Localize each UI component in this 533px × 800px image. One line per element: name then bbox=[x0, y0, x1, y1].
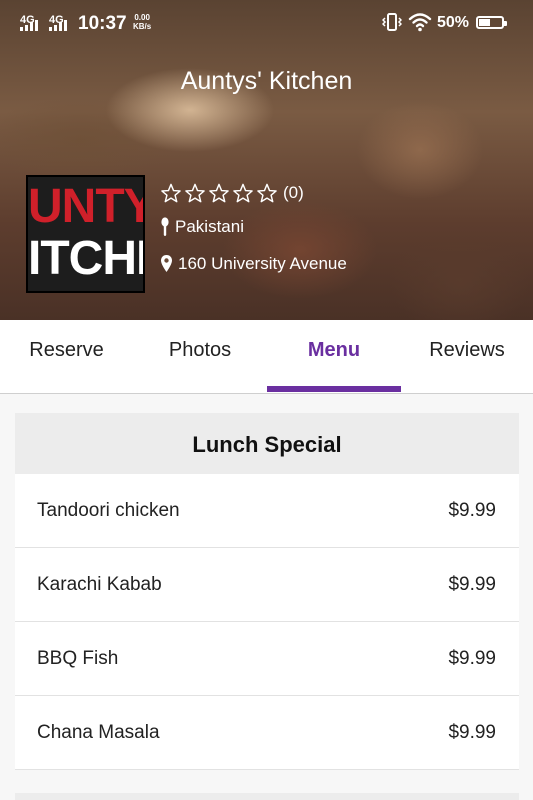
signal-bars-2-icon bbox=[49, 20, 73, 31]
address-row[interactable]: 160 University Avenue bbox=[160, 254, 347, 274]
star-outline-icon bbox=[233, 183, 253, 203]
tab-reviews[interactable]: Reviews bbox=[401, 320, 533, 393]
tab-reserve[interactable]: Reserve bbox=[0, 320, 133, 393]
address: 160 University Avenue bbox=[178, 254, 347, 273]
speed-unit: KB/s bbox=[133, 22, 152, 31]
rating: (0) bbox=[160, 181, 304, 205]
cuisine-row: Pakistani bbox=[160, 217, 244, 237]
restaurant-name: Auntys' Kitchen bbox=[180, 67, 353, 95]
menu-item-name: Chana Masala bbox=[37, 722, 160, 743]
restaurant-logo: UNTY ITCHE bbox=[26, 175, 145, 293]
star-outline-icon bbox=[185, 183, 205, 203]
clock: 10:37 bbox=[78, 13, 127, 34]
menu-item-price: $9.99 bbox=[448, 574, 496, 595]
menu-item-price: $9.99 bbox=[448, 648, 496, 669]
restaurant-header: 4G 4G 10:37 0.00 KB/s 50% Auntys' Kitche… bbox=[0, 0, 533, 320]
wifi-icon bbox=[408, 13, 432, 32]
star-outline-icon bbox=[161, 183, 181, 203]
battery-percent: 50% bbox=[437, 14, 470, 31]
cuisine: Pakistani bbox=[175, 217, 244, 236]
speed-value: 0.00 bbox=[134, 13, 150, 22]
status-bar: 4G 4G 10:37 0.00 KB/s 50% bbox=[0, 0, 533, 46]
star-outline-icon bbox=[209, 183, 229, 203]
location-pin-icon bbox=[161, 255, 172, 272]
tab-photos[interactable]: Photos bbox=[133, 320, 267, 393]
star-outline-icon bbox=[257, 183, 277, 203]
menu-item-name: Karachi Kabab bbox=[37, 574, 162, 595]
menu-section-title: Lunch Special bbox=[15, 413, 519, 474]
spoon-icon bbox=[161, 217, 169, 236]
network-speed: 0.00 KB/s bbox=[133, 13, 151, 31]
menu-item[interactable]: BBQ Fish $9.99 bbox=[15, 622, 519, 696]
menu-list: Lunch Special Tandoori chicken $9.99 Kar… bbox=[15, 413, 519, 770]
logo-line-2: ITCHE bbox=[28, 232, 143, 285]
next-menu-section-header bbox=[15, 793, 519, 800]
menu-item[interactable]: Tandoori chicken $9.99 bbox=[15, 474, 519, 548]
active-tab-indicator bbox=[267, 386, 401, 392]
menu-item-price: $9.99 bbox=[448, 722, 496, 743]
logo-line-1: UNTY bbox=[28, 180, 145, 233]
menu-item-price: $9.99 bbox=[448, 500, 496, 521]
menu-item[interactable]: Karachi Kabab $9.99 bbox=[15, 548, 519, 622]
signal-bars-1-icon bbox=[20, 20, 44, 31]
menu-item-name: Tandoori chicken bbox=[37, 500, 180, 521]
battery-icon bbox=[476, 16, 507, 29]
menu-item[interactable]: Chana Masala $9.99 bbox=[15, 696, 519, 770]
vibrate-icon bbox=[382, 13, 402, 31]
rating-count: (0) bbox=[283, 183, 304, 202]
tab-menu[interactable]: Menu bbox=[267, 320, 401, 393]
tab-bar: Reserve Photos Menu Reviews bbox=[0, 320, 533, 394]
menu-item-name: BBQ Fish bbox=[37, 648, 119, 669]
